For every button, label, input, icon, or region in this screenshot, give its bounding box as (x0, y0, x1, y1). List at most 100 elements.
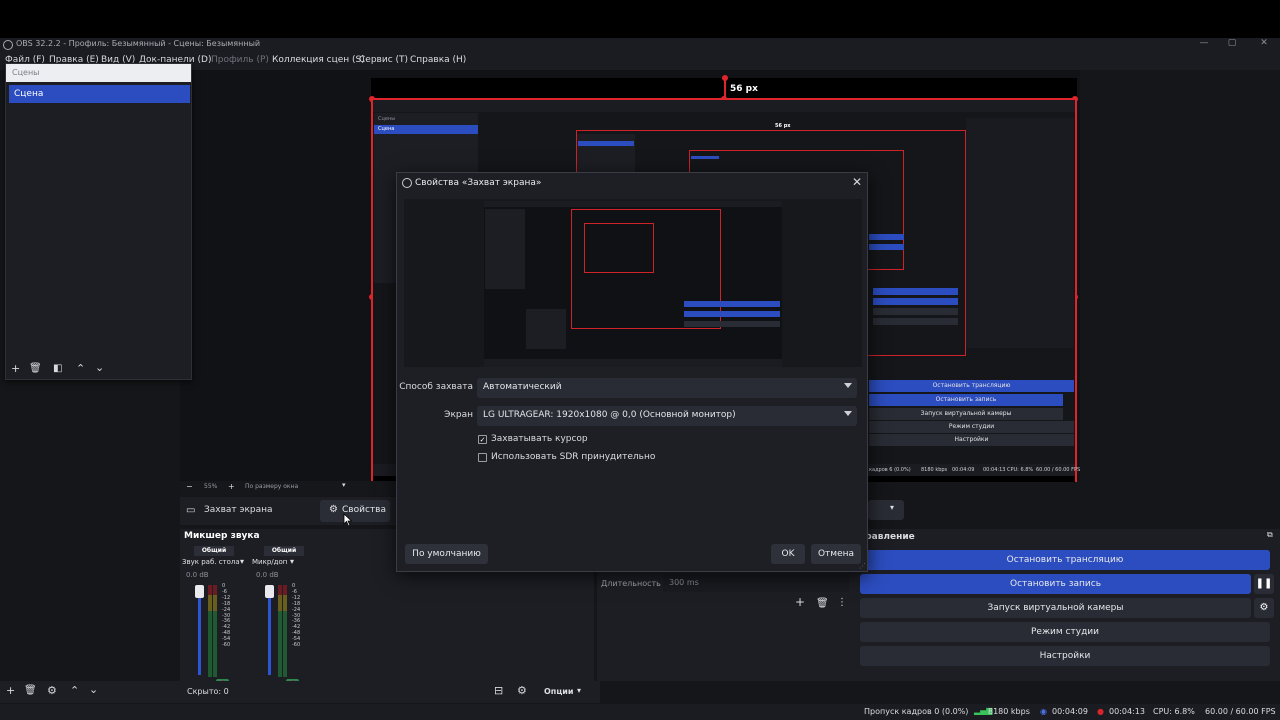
move-down-icon[interactable]: ⌄ (89, 683, 98, 696)
resize-grip-icon[interactable]: ⋰ (859, 562, 866, 570)
scene-item[interactable]: Сцена (9, 85, 190, 103)
properties-button[interactable]: ⚙ Свойства (320, 500, 390, 522)
nested2-ctl-c (873, 308, 958, 315)
capture-method-value: Автоматический (483, 382, 562, 392)
move-up-icon[interactable]: ⌃ (76, 362, 85, 375)
maximize-button[interactable]: ▢ (1222, 38, 1242, 48)
volume-knob[interactable] (195, 585, 204, 598)
gear-icon[interactable]: ⚙ (1254, 598, 1274, 618)
stream-icon: ◉ (1040, 707, 1047, 716)
force-sdr-label[interactable]: Использовать SDR принудительно (491, 452, 655, 462)
menu-scene-collection[interactable]: Коллекция сцен (S) (272, 55, 365, 65)
pause-icon[interactable]: ❚❚ (1254, 574, 1274, 594)
capture-cursor-checkbox[interactable]: ✓ (478, 435, 487, 444)
bitrate: 8180 kbps (988, 707, 1030, 716)
scene-filter-icon[interactable]: ◧ (53, 363, 62, 374)
mixer-channel-desktop: Общий Звук раб. стола ▾ 0.0 dB 0 -6 -12 -18… (182, 545, 244, 691)
bottom-toolbar: + 🗑 ⚙ ⌃ ⌄ Скрыто: 0 ⊟ ⚙ Опции ▾ (0, 681, 600, 703)
trash-icon[interactable]: 🗑 (816, 598, 829, 609)
zoom-out-button[interactable]: − (186, 482, 193, 491)
nested-stop-record: Остановить запись (869, 394, 1063, 406)
nested2-ctl-b (873, 298, 958, 305)
stop-record-button[interactable]: Остановить запись (860, 574, 1251, 594)
zoom-level: 55% (204, 483, 218, 490)
volume-knob[interactable] (265, 585, 274, 598)
nested-studio-mode: Режим студии (869, 421, 1074, 433)
nested-status-dropped: кадров 6 (0.0%) (869, 467, 911, 473)
close-button[interactable]: ✕ (1254, 38, 1274, 48)
capture-method-select[interactable]: Автоматический (477, 378, 857, 398)
scenes-header: Сцены (6, 64, 191, 82)
zoom-mode-arrow-icon[interactable]: ▾ (342, 481, 346, 489)
menu-tools[interactable]: Сервис (T) (359, 55, 408, 65)
guide-handle[interactable] (722, 75, 728, 81)
minimize-button[interactable]: — (1194, 38, 1214, 48)
move-up-icon[interactable]: ⌃ (70, 684, 79, 697)
transition-select[interactable]: ▾ (868, 500, 904, 520)
duration-spinbox[interactable]: 300 ms (663, 574, 849, 592)
mouse-cursor-icon (343, 513, 353, 527)
nested3-ctl-a (869, 234, 904, 240)
menu-help[interactable]: Справка (H) (410, 55, 466, 65)
studio-mode-button[interactable]: Режим студии (860, 622, 1270, 642)
nested-stop-stream: Остановить трансляцию (869, 380, 1074, 392)
ok-button[interactable]: OK (771, 544, 805, 564)
status-bar: Пропуск кадров 0 (0.0%) ▂▄▆ 8180 kbps ◉ … (0, 704, 1280, 720)
channel-tag: Общий (264, 546, 304, 556)
volume-slider[interactable] (268, 587, 271, 675)
scenes-dock: Сцены Сцена + 🗑 ◧ ⌃ ⌄ (5, 63, 192, 380)
undock-icon[interactable]: ⧉ (1267, 530, 1273, 540)
menu-profile[interactable]: Профиль (P) (211, 55, 269, 65)
channel-db: 0.0 dB (186, 571, 209, 579)
close-icon[interactable]: ✕ (852, 175, 862, 189)
chevron-down-icon (844, 383, 852, 388)
add-transition-icon[interactable]: + (795, 595, 805, 609)
controls-panel: правление ⧉ Остановить трансляцию Остано… (855, 529, 1280, 681)
record-icon: ● (1097, 707, 1104, 716)
screen-select[interactable]: LG ULTRAGEAR: 1920x1080 @ 0,0 (Основной … (477, 406, 857, 426)
virtual-camera-button[interactable]: Запуск виртуальной камеры (860, 598, 1251, 618)
trash-icon[interactable]: 🗑 (29, 363, 42, 374)
title-bar: OBS 32.2.2 - Профиль: Безымянный - Сцены… (0, 38, 1280, 52)
more-vertical-icon[interactable]: ⋮ (837, 597, 847, 608)
add-scene-icon[interactable]: + (11, 362, 20, 375)
nested-titlebar (373, 100, 1075, 112)
move-down-icon[interactable]: ⌄ (95, 361, 104, 374)
gear-icon[interactable]: ⚙ (47, 684, 57, 697)
chevron-down-icon[interactable]: ▾ (577, 686, 581, 695)
gear-icon: ⚙ (329, 504, 338, 515)
hidden-count: Скрыто: 0 (187, 687, 229, 696)
channel-name[interactable]: Звук раб. стола (182, 558, 240, 566)
meter-scale: 0 -6 -12 -18 -24 -30 -36 -42 -48 -54 -60 (222, 583, 231, 649)
zoom-in-button[interactable]: + (228, 482, 235, 491)
defaults-button[interactable]: По умолчанию (405, 544, 488, 564)
chevron-down-icon (844, 411, 852, 416)
record-time: 00:04:13 (1109, 707, 1145, 716)
force-sdr-checkbox[interactable] (478, 453, 487, 462)
obs-logo-icon (3, 40, 13, 50)
menu-bar: Файл (F) Правка (E) Вид (V) Док-панели (… (0, 52, 1280, 70)
nested-edge-label: 56 px (775, 123, 791, 129)
channel-tag: Общий (194, 546, 234, 556)
duration-label: Длительность (601, 579, 661, 588)
volume-meter (208, 585, 217, 677)
add-icon[interactable]: + (6, 684, 15, 697)
layout-icon[interactable]: ⊟ (494, 684, 503, 697)
nested-scene-item: Сцена (378, 126, 395, 132)
trash-icon[interactable]: 🗑 (24, 685, 37, 696)
capture-cursor-label[interactable]: Захватывать курсор (491, 434, 588, 444)
options-menu[interactable]: Опции (544, 687, 573, 696)
screen-label: Экран (444, 410, 473, 420)
volume-meter (278, 585, 287, 677)
cpu-usage: CPU: 6.8% (1153, 707, 1195, 716)
cancel-button[interactable]: Отмена (811, 544, 861, 564)
mixer-settings-icon[interactable]: ⚙ (517, 684, 527, 697)
volume-slider[interactable] (198, 587, 201, 675)
channel-db: 0.0 dB (256, 571, 279, 579)
channel-menu-icon[interactable]: ▾ (290, 557, 294, 566)
settings-button[interactable]: Настройки (860, 646, 1270, 666)
zoom-mode-select[interactable]: По размеру окна (245, 483, 298, 490)
stop-stream-button[interactable]: Остановить трансляцию (860, 550, 1270, 570)
channel-name[interactable]: Микр/доп (252, 558, 287, 566)
channel-menu-icon[interactable]: ▾ (240, 557, 244, 566)
